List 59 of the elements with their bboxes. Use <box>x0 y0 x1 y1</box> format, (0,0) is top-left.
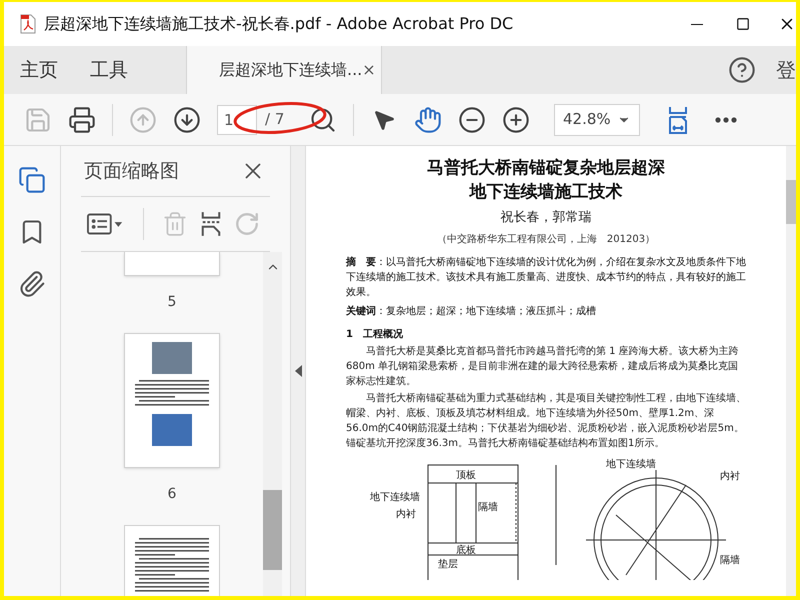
photo-placeholder <box>152 342 192 374</box>
print-icon <box>68 106 96 134</box>
zoom-out-icon <box>458 106 486 134</box>
document-title: 马普托大桥南锚碇复杂地层超深 <box>427 157 665 180</box>
figure-label: 隔墙 <box>478 502 498 512</box>
document-tab[interactable]: 层超深地下连续墙...× <box>186 46 382 94</box>
body-paragraph: 马普托大桥南锚碇基础为重力式基础结构，其是项目关键控制性工程，由地下连续墙、帽梁、内衬、底板、顶板及填芯材料组成。地下连续墙为外径50m、壁厚1.2m、深56.0m的C40钢筋混凝土结构；下伏基岩为细砂岩、泥质粉砂岩，嵌入泥质粉砂岩层5m。锚碇基坑开挖深度36.3m。马普托大桥南锚碇基础结构布置如图1所示。 <box>346 392 746 450</box>
document-scrollbar[interactable] <box>786 146 796 596</box>
scrollbar-thumb[interactable] <box>786 180 796 224</box>
rotate-icon <box>234 211 260 237</box>
figure-label: 地下连续墙 <box>370 492 420 502</box>
body-paragraph: 马普托大桥是莫桑比克首都马普托市跨越马普托湾的第 1 座跨海大桥。该大桥为主跨 680m 单孔钢箱梁悬索桥，是目前非洲在建的最大跨径悬索桥，建成后将成为莫桑比克国家标志性建筑。 <box>346 344 740 388</box>
figure-label: 隔墙 <box>720 554 740 566</box>
document-title: 地下连续墙施工技术 <box>470 181 622 204</box>
photo-placeholder <box>152 414 192 446</box>
sign-in-label[interactable]: 登 <box>776 55 796 85</box>
search-icon <box>309 106 337 134</box>
figure-label: 地下连续墙 <box>606 458 656 470</box>
page-total-label: / 7 <box>265 109 286 130</box>
figure-label: 顶板 <box>456 470 476 480</box>
page-thumbnail[interactable] <box>124 333 220 468</box>
authors: 祝长春，郭常瑞 <box>500 209 592 227</box>
zoom-in-icon <box>502 106 530 134</box>
paperclip-icon <box>18 270 46 298</box>
keywords-text: 关键词：复杂地层；超深；地下连续墙；液压抓斗；成槽 <box>346 304 597 318</box>
nav-tab[interactable]: 主页 <box>4 46 74 94</box>
scrollbar-thumb[interactable] <box>263 490 282 570</box>
window-title: 层超深地下连续墙施工技术-祝长春.pdf - Adobe Acrobat Pro DC <box>44 13 514 35</box>
panel-title: 页面缩略图 <box>84 158 179 184</box>
close-tab-button[interactable]: × <box>362 58 376 82</box>
insert-page-icon <box>200 211 222 237</box>
save-icon <box>24 106 52 134</box>
page-number-label: 6 <box>168 485 176 504</box>
page-thumbnail[interactable] <box>124 525 220 596</box>
fit-page-icon <box>666 104 690 134</box>
pages-icon <box>18 166 46 194</box>
arrow-down-icon <box>173 106 201 134</box>
figure-label: 底板 <box>456 544 476 556</box>
more-icon <box>715 116 737 122</box>
figure-label: 内衬 <box>396 508 416 520</box>
pdf-file-icon <box>20 14 36 34</box>
trash-icon <box>162 211 188 237</box>
arrow-up-icon <box>129 106 157 134</box>
page-thumbnail[interactable] <box>124 252 220 276</box>
document-tab-label: 层超深地下连续墙... <box>219 59 362 81</box>
list-options-icon <box>87 212 125 236</box>
section-heading: 1 工程概况 <box>346 328 404 342</box>
scrollbar[interactable] <box>263 252 282 596</box>
page-number-label: 5 <box>168 293 176 312</box>
zoom-dropdown[interactable]: 42.8% <box>554 104 640 136</box>
maximize-icon <box>736 17 750 31</box>
nav-tab[interactable]: 工具 <box>74 46 144 94</box>
collapse-handle-icon[interactable] <box>294 365 302 377</box>
affiliation: （中交路桥华东工程有限公司，上海 201203） <box>436 232 656 246</box>
hand-icon <box>414 106 442 134</box>
figure-label: 垫层 <box>438 558 458 570</box>
figure-label: 内衬 <box>720 470 740 482</box>
abstract-text: 摘 要：以马普托大桥南锚碇地下连续墙的设计优化为例，介绍在复杂水文及地质条件下地下连续墙的施工技术。该技术具有施工质量高、进度快、成本节约的特点，具有较好的施工效果。 <box>346 255 746 300</box>
help-icon[interactable] <box>728 56 756 84</box>
